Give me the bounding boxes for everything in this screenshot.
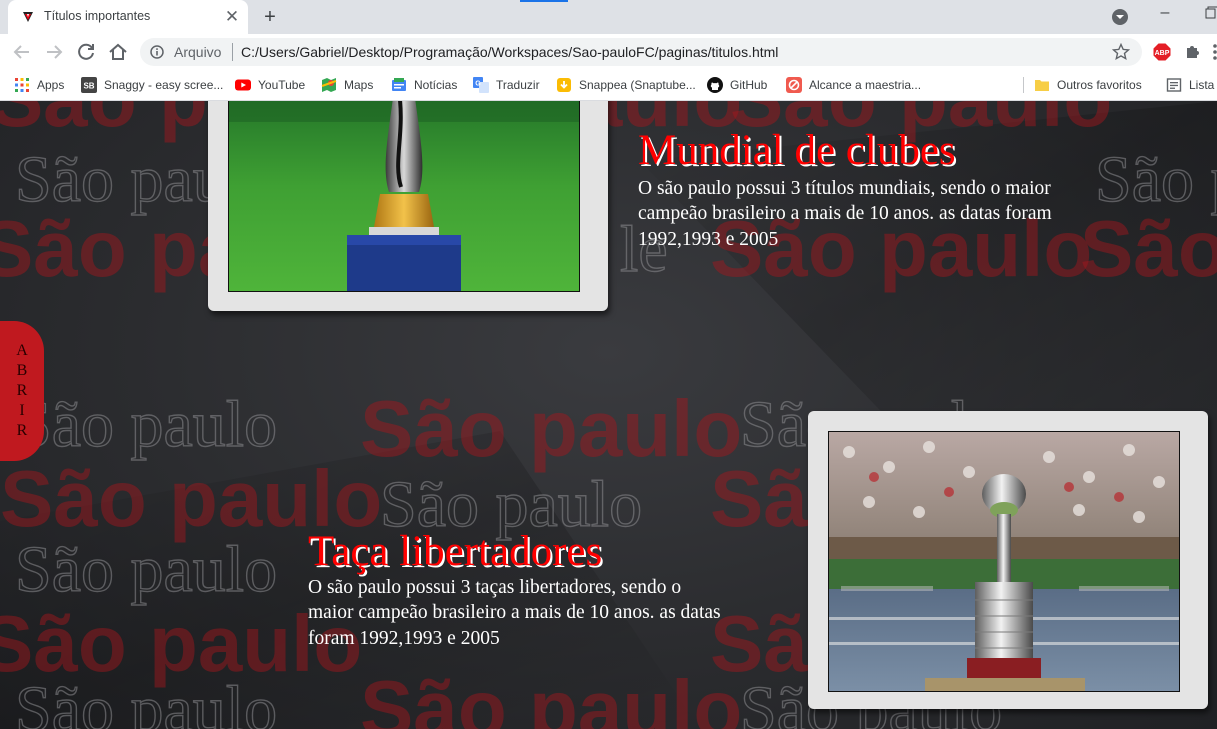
- bg-word-bold: São paulo: [1080, 204, 1217, 293]
- bookmark-maestria[interactable]: Alcance a maestria...: [786, 74, 921, 96]
- bookmark-snappea[interactable]: Snappea (Snaptube...: [556, 74, 696, 96]
- bg-word-outline: São paulo: [1095, 143, 1217, 216]
- libertadores-trophy-image: [828, 431, 1180, 692]
- bookmark-label: Apps: [37, 78, 65, 92]
- bookmark-label: Maps: [344, 78, 374, 92]
- omnibox-divider: [232, 43, 233, 61]
- abrir-letter: B: [16, 362, 28, 379]
- apps-grid-icon: [15, 78, 29, 92]
- snaggy-icon: SB: [81, 77, 97, 93]
- tab-strip-accent: [520, 0, 568, 2]
- section-description-mundial: O são paulo possui 3 títulos mundiais, s…: [638, 178, 1052, 250]
- bookmark-outros-favoritos[interactable]: Outros favoritos: [1034, 74, 1142, 96]
- info-icon[interactable]: [150, 45, 164, 59]
- bookmark-label: Notícias: [414, 78, 458, 92]
- trophy-card-mundial: [208, 101, 608, 311]
- origin-label: Arquivo: [174, 44, 222, 60]
- new-tab-button[interactable]: +: [258, 6, 282, 28]
- abrir-letter: R: [16, 422, 28, 439]
- maestria-icon: [786, 77, 802, 93]
- youtube-icon: [235, 79, 251, 91]
- bookmark-apps[interactable]: Apps: [14, 74, 64, 96]
- bg-word-bold: São paulo: [360, 664, 742, 729]
- back-arrow-icon[interactable]: [10, 40, 34, 64]
- abrir-letter: A: [16, 342, 28, 359]
- tab-close-icon[interactable]: ✕: [222, 7, 242, 27]
- bookmark-snaggy[interactable]: SB Snaggy - easy scree...: [81, 74, 223, 96]
- bookmark-label: Alcance a maestria...: [809, 78, 922, 92]
- maximize-icon[interactable]: [1200, 0, 1217, 30]
- svg-text:ABP: ABP: [1155, 50, 1170, 57]
- section-title-libertadores: Taça libertadores: [308, 528, 603, 575]
- translate-icon: G: [473, 77, 489, 93]
- bg-word-bold: São paulo: [360, 384, 742, 473]
- reload-icon[interactable]: [74, 40, 98, 64]
- news-icon: [392, 78, 406, 91]
- spfc-favicon-icon: [23, 12, 33, 22]
- bookmark-label: Snaggy - easy scree...: [104, 78, 224, 92]
- bookmark-label: Snappea (Snaptube...: [579, 78, 696, 92]
- bookmark-label: GitHub: [730, 78, 768, 92]
- bookmark-maps[interactable]: Maps: [321, 74, 373, 96]
- folder-icon: [1035, 80, 1049, 91]
- url-text[interactable]: C:/Users/Gabriel/Desktop/Programação/Wor…: [241, 44, 778, 60]
- browser-tab[interactable]: Títulos importantes ✕: [8, 0, 248, 34]
- tab-search-icon[interactable]: [1111, 8, 1129, 26]
- svg-text:G: G: [475, 81, 481, 88]
- page-viewport: São paulo São paulo São paulo São paulo …: [0, 101, 1217, 729]
- abrir-letter: I: [19, 402, 25, 419]
- trophy-card-libertadores: [808, 411, 1208, 709]
- abrir-menu-tab[interactable]: A B R I R: [0, 321, 44, 461]
- club-world-cup-photo: [229, 101, 579, 291]
- bookmark-label: YouTube: [258, 78, 306, 92]
- github-icon: [707, 77, 723, 93]
- bg-word-outline: São paulo: [15, 533, 277, 606]
- home-icon[interactable]: [106, 40, 130, 64]
- kebab-menu-icon[interactable]: [1211, 42, 1217, 62]
- bookmark-traduzir[interactable]: G Traduzir: [473, 74, 540, 96]
- bg-word-outline: São paulo: [15, 388, 277, 461]
- section-title-mundial: Mundial de clubes: [638, 127, 956, 174]
- maps-icon: [321, 78, 337, 92]
- snappea-icon: [557, 78, 571, 92]
- bookmarks-separator: [1023, 77, 1024, 93]
- browser-toolbar: Arquivo C:/Users/Gabriel/Desktop/Program…: [0, 34, 1217, 70]
- forward-arrow-icon[interactable]: [42, 40, 66, 64]
- reading-list-icon: [1166, 78, 1182, 92]
- tab-strip: Títulos importantes ✕ + –: [0, 0, 1217, 34]
- bg-word-outline: São paulo: [15, 673, 277, 729]
- address-bar[interactable]: Arquivo C:/Users/Gabriel/Desktop/Program…: [140, 38, 1142, 66]
- tab-title: Títulos importantes: [44, 9, 151, 23]
- bookmark-noticias[interactable]: Notícias: [391, 74, 457, 96]
- extensions-puzzle-icon[interactable]: [1184, 42, 1202, 60]
- section-description-libertadores: O são paulo possui 3 taças libertadores,…: [308, 577, 721, 649]
- bookmark-label: Outros favoritos: [1057, 78, 1142, 92]
- libertadores-photo: [829, 432, 1179, 691]
- bookmark-label: Traduzir: [496, 78, 540, 92]
- svg-text:SB: SB: [83, 82, 94, 91]
- bookmark-youtube[interactable]: YouTube: [235, 74, 305, 96]
- bookmark-label: Lista d: [1189, 78, 1217, 92]
- bookmark-star-icon[interactable]: [1112, 43, 1130, 61]
- bookmarks-bar: Apps SB Snaggy - easy scree... YouTube M…: [0, 70, 1217, 101]
- bookmark-github[interactable]: GitHub: [707, 74, 767, 96]
- adblock-plus-icon[interactable]: ABP: [1153, 43, 1171, 61]
- bookmark-reading-list[interactable]: Lista d: [1166, 74, 1217, 96]
- mundial-trophy-image: [228, 101, 580, 292]
- abrir-letter: R: [16, 382, 28, 399]
- minimize-icon[interactable]: –: [1153, 0, 1177, 30]
